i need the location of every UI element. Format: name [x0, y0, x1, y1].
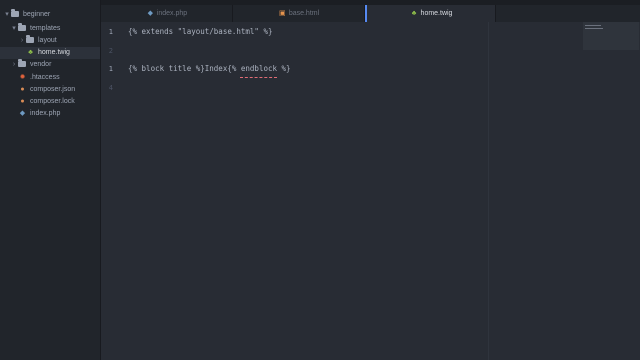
php-icon: ◆ [19, 110, 26, 117]
tree-item-composer-json[interactable]: ● composer.json [18, 84, 75, 96]
tree-item-label: home.twig [38, 49, 70, 56]
folder-icon [26, 35, 34, 43]
tree-item-label: composer.lock [30, 98, 75, 105]
line-number: 1 [108, 28, 113, 36]
code-line[interactable]: {% block title %}Index{% endblock %} [128, 64, 291, 73]
chevron-down-icon: ▾ [12, 25, 16, 32]
editor-window: ▾ beginner ▾ templates › layout ♣ home.twig … [0, 0, 640, 360]
gear-icon: ✹ [19, 74, 26, 81]
tab-base-html[interactable]: ▣ base.html [233, 5, 365, 22]
tree-item-layout[interactable]: › layout [18, 35, 57, 47]
tree-item-vendor[interactable]: › vendor [10, 59, 51, 71]
tab-index-php[interactable]: ◆ index.php [101, 5, 233, 22]
minimap[interactable] [583, 22, 639, 50]
composer-icon: ● [20, 98, 25, 105]
html-icon: ▣ [279, 10, 286, 17]
tree-item-label: vendor [30, 61, 52, 68]
tree-item-label: templates [30, 25, 61, 32]
line-number: 1 [108, 65, 113, 73]
tree-root-beginner[interactable]: ▾ beginner [3, 9, 50, 21]
minimap-line [585, 28, 603, 29]
tree-item-index-php[interactable]: ◆ index.php [18, 108, 61, 120]
line-number: 4 [108, 84, 113, 92]
tab-label: base.html [288, 10, 320, 17]
chevron-down-icon: ▾ [5, 11, 9, 18]
lint-error-underline [240, 76, 277, 78]
chevron-right-icon: › [20, 37, 24, 44]
folder-icon [11, 9, 19, 17]
tab-bar-empty-area [496, 5, 640, 22]
tab-label: index.php [156, 10, 188, 17]
tree-item-label: layout [38, 37, 57, 44]
tab-bar: ◆ index.php ▣ base.html ♣ home.twig [101, 5, 496, 22]
tree-item-composer-lock[interactable]: ● composer.lock [18, 96, 75, 108]
tree-item-home-twig[interactable]: ♣ home.twig [26, 47, 70, 59]
code-editor[interactable]: 1 {% extends "layout/base.html" %} 2 1 {… [101, 22, 640, 360]
twig-icon: ♣ [28, 49, 33, 56]
tree-root-label: beginner [23, 11, 51, 18]
tree-item-label: composer.json [30, 86, 76, 93]
tab-home-twig[interactable]: ♣ home.twig [365, 5, 496, 22]
folder-icon [18, 59, 26, 67]
code-line[interactable]: {% extends "layout/base.html" %} [128, 27, 273, 36]
tab-label: home.twig [420, 10, 453, 17]
tree-item-label: index.php [30, 110, 61, 117]
minimap-line [585, 25, 601, 26]
twig-icon: ♣ [411, 10, 417, 17]
wrap-guide [488, 22, 489, 360]
composer-icon: ● [20, 86, 25, 93]
chevron-right-icon: › [12, 61, 16, 68]
line-number: 2 [108, 47, 113, 55]
tree-view: ▾ beginner ▾ templates › layout ♣ home.twig … [0, 0, 101, 360]
tree-item-templates[interactable]: ▾ templates [10, 23, 60, 35]
folder-icon [18, 23, 26, 31]
php-icon: ◆ [147, 10, 153, 17]
tree-item-label: .htaccess [30, 74, 60, 81]
tree-item-htaccess[interactable]: ✹ .htaccess [18, 72, 60, 84]
